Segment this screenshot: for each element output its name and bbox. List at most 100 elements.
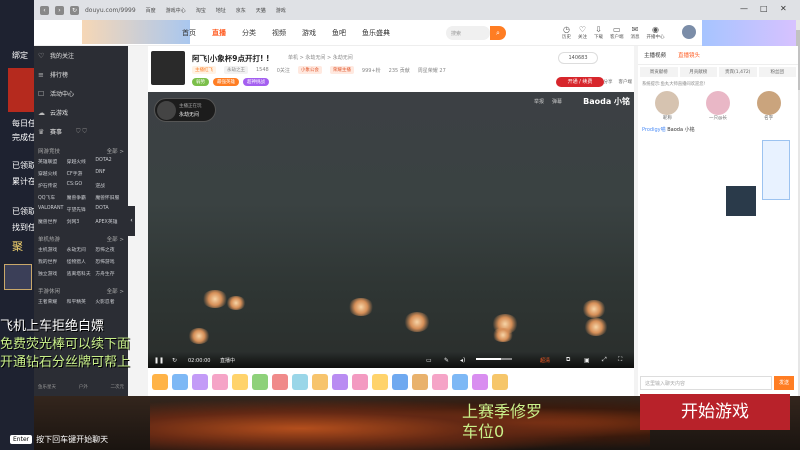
gift-item[interactable]: [192, 374, 208, 390]
gift-item[interactable]: [392, 374, 408, 390]
client-watch-button[interactable]: 客户端: [619, 79, 633, 85]
tab-live-cam[interactable]: 直播镜头: [678, 51, 700, 59]
game-link[interactable]: 怪物猎人: [67, 258, 96, 265]
promo-banner[interactable]: [702, 20, 800, 46]
tab-fan-club[interactable]: 粉丝团: [758, 67, 796, 77]
side-promo[interactable]: [762, 140, 790, 200]
webfull-icon[interactable]: ⤢: [602, 356, 607, 364]
danmaku-icon[interactable]: ▭: [426, 357, 432, 364]
maximize-button[interactable]: □: [760, 4, 768, 13]
minimize-button[interactable]: —: [740, 4, 748, 13]
bookmark-item[interactable]: 地址: [216, 7, 226, 14]
send-button[interactable]: 发送: [774, 376, 794, 390]
game-link[interactable]: 魔兽怀旧服: [95, 194, 124, 201]
game-link[interactable]: 炉石传说: [38, 182, 67, 189]
download-button[interactable]: ⇩ 下载: [594, 25, 603, 40]
game-link[interactable]: DOTA2: [95, 158, 124, 165]
game-link[interactable]: 我的世界: [38, 258, 67, 265]
gift-item[interactable]: [292, 374, 308, 390]
game-link[interactable]: 恐怖之夜: [95, 246, 124, 253]
game-link[interactable]: 剑网3: [67, 218, 96, 225]
game-link[interactable]: QQ飞车: [38, 194, 67, 201]
game-link[interactable]: APEX英雄: [95, 218, 124, 225]
honor-badge[interactable]: 荣耀主播: [329, 66, 354, 74]
history-button[interactable]: ◷ 历史: [562, 25, 571, 40]
gift-item[interactable]: [272, 374, 288, 390]
nav-home[interactable]: 首页: [182, 28, 196, 38]
subscribe-button[interactable]: 开通 / 续费: [556, 77, 604, 87]
game-link[interactable]: 魔兽世界: [38, 218, 67, 225]
back-icon[interactable]: ‹: [40, 5, 49, 15]
nav-game[interactable]: 游戏: [302, 28, 316, 38]
contributor[interactable]: 一只@长: [705, 91, 730, 121]
game-link[interactable]: 火影忍者: [95, 298, 124, 305]
game-link[interactable]: 逃离塔科夫: [67, 270, 96, 277]
gift-item[interactable]: [332, 374, 348, 390]
game-link[interactable]: 和平精英: [67, 298, 96, 305]
game-link[interactable]: 魔兽争霸: [67, 194, 96, 201]
gift-item[interactable]: [212, 374, 228, 390]
nav-festival[interactable]: 鱼乐盛典: [362, 28, 390, 38]
game-link[interactable]: 独立游戏: [38, 270, 67, 277]
bookmark-item[interactable]: 天猫: [256, 7, 266, 14]
gift-item[interactable]: [172, 374, 188, 390]
game-link[interactable]: VALORANT: [38, 206, 67, 213]
share-button[interactable]: 分享: [604, 79, 613, 85]
section-more-link[interactable]: 全部 >: [107, 147, 124, 155]
address-bar[interactable]: douyu.com/9999: [85, 7, 136, 14]
game-link[interactable]: 守望先锋: [67, 206, 96, 213]
sidebar-item-cloud-game[interactable]: ☁ 云游戏: [34, 103, 128, 122]
sidebar-item-rank[interactable]: ≡ 排行榜: [34, 65, 128, 84]
search-icon[interactable]: ⌕: [490, 26, 506, 40]
quality-selector[interactable]: 超清: [540, 357, 550, 364]
game-link[interactable]: 英雄联盟: [38, 158, 67, 165]
gift-item[interactable]: [432, 374, 448, 390]
gift-item[interactable]: [232, 374, 248, 390]
bottom-link[interactable]: 二次元: [111, 384, 125, 390]
now-playing-chip[interactable]: 主播正在玩 永劫无间: [154, 98, 216, 122]
nav-video[interactable]: 视频: [272, 28, 286, 38]
game-link[interactable]: 逆战: [95, 182, 124, 189]
gift-item[interactable]: [152, 374, 168, 390]
tab-anchor-video[interactable]: 主播视频: [644, 51, 666, 59]
edit-icon[interactable]: ✎: [444, 357, 449, 364]
anchor-center-button[interactable]: ◉ 开播中心: [647, 25, 665, 40]
gift-item[interactable]: [472, 374, 488, 390]
game-link[interactable]: 方舟生存: [95, 270, 124, 277]
game-link[interactable]: CS:GO: [67, 182, 96, 189]
bottom-link[interactable]: 户外: [79, 384, 88, 390]
bookmark-item[interactable]: 游戏: [276, 7, 286, 14]
bookmark-item[interactable]: 游戏中心: [166, 7, 186, 14]
gift-item[interactable]: [252, 374, 268, 390]
user-avatar[interactable]: [682, 25, 696, 39]
contributor[interactable]: 昵称: [655, 91, 680, 121]
bookmark-item[interactable]: 百度: [146, 7, 156, 14]
reload-icon[interactable]: ↻: [70, 5, 79, 15]
game-link[interactable]: DNF: [95, 170, 124, 177]
pip-icon[interactable]: ⧉: [566, 356, 570, 364]
nav-yuba[interactable]: 鱼吧: [332, 28, 346, 38]
gift-item[interactable]: [372, 374, 388, 390]
gift-item[interactable]: [352, 374, 368, 390]
start-game-button[interactable]: 开始游戏: [640, 394, 790, 430]
guild-badge[interactable]: 小象公会: [297, 66, 322, 74]
search-input[interactable]: 搜索: [446, 26, 490, 40]
danmaku-toggle[interactable]: 弹幕: [552, 98, 562, 105]
fullscreen-icon[interactable]: ⛶: [618, 356, 622, 364]
follow-button[interactable]: 140683: [558, 52, 598, 64]
contributor[interactable]: 名字: [756, 91, 781, 121]
tab-vip[interactable]: 贵宾(1,472): [719, 67, 757, 77]
report-button[interactable]: 举报: [534, 98, 544, 105]
bottom-link[interactable]: 鱼乐星天: [38, 384, 56, 390]
game-link[interactable]: 穿越火线: [38, 170, 67, 177]
forward-icon[interactable]: ›: [55, 5, 64, 15]
collapse-sidebar-icon[interactable]: ‹: [128, 206, 135, 236]
follow-button[interactable]: ♡ 关注: [578, 25, 587, 40]
bookmark-item[interactable]: 淘宝: [196, 7, 206, 14]
sidebar-item-esports[interactable]: ♛ 赛事 ⛉ ⛉: [34, 122, 128, 141]
tag-pill[interactable]: 超神挑战: [243, 78, 269, 86]
close-button[interactable]: ✕: [780, 4, 787, 13]
chat-username[interactable]: Prodigy喵: [642, 127, 666, 133]
sidebar-item-activity[interactable]: ☐ 活动中心: [34, 84, 128, 103]
game-link[interactable]: 王者荣耀: [38, 298, 67, 305]
